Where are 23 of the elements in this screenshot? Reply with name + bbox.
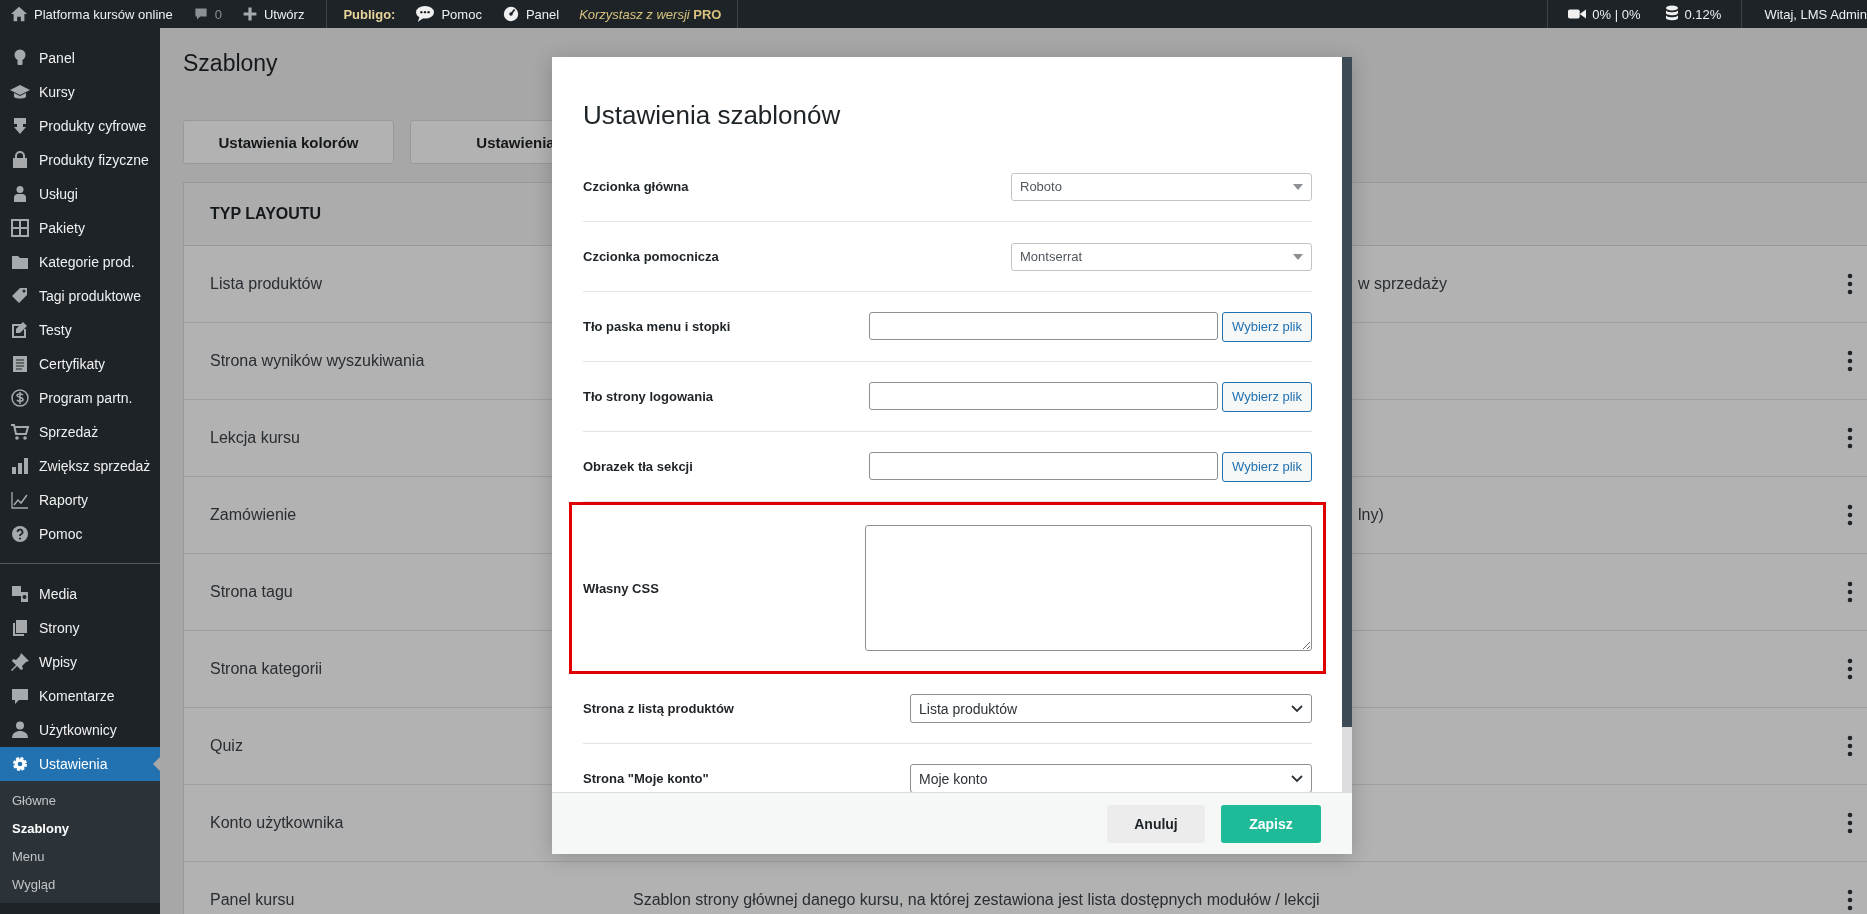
layout-name: Quiz: [210, 737, 243, 754]
layout-name: Konto użytkownika: [210, 814, 344, 831]
usage-stat: 0.12%: [1684, 6, 1722, 22]
layout-name: Strona wyników wyszukiwania: [210, 352, 425, 369]
layout-name: Lekcja kursu: [210, 429, 300, 446]
layout-description: Szablon strony głównej danego kursu, na której zestawiona jest lista dostępnych modułów / lekcji: [633, 891, 1320, 908]
layout-name: Strona tagu: [210, 583, 293, 600]
layout-name: Strona kategorii: [210, 660, 323, 677]
field-label: Obrazek tła sekcji: [583, 459, 693, 474]
field-label: Strona z listą produktów: [583, 701, 734, 716]
field-label: Tło strony logowania: [583, 389, 713, 404]
usage-stat: 0% | 0%: [1592, 6, 1641, 22]
plugin-label: Publigo:: [342, 6, 397, 22]
field-label: Tło paska menu i stopki: [583, 319, 731, 334]
layout-name: Lista produktów: [210, 275, 323, 292]
layout-description: lny): [1358, 506, 1384, 523]
layout-description: w sprzedaży: [1358, 275, 1447, 292]
field-label: Własny CSS: [583, 580, 659, 596]
layout-name: Panel kursu: [210, 891, 295, 908]
layout-name: Zamówienie: [210, 506, 297, 523]
page-title: Szablony: [183, 49, 279, 78]
field-label: Strona "Moje konto": [583, 771, 709, 786]
field-label: Czcionka pomocnicza: [583, 249, 719, 264]
